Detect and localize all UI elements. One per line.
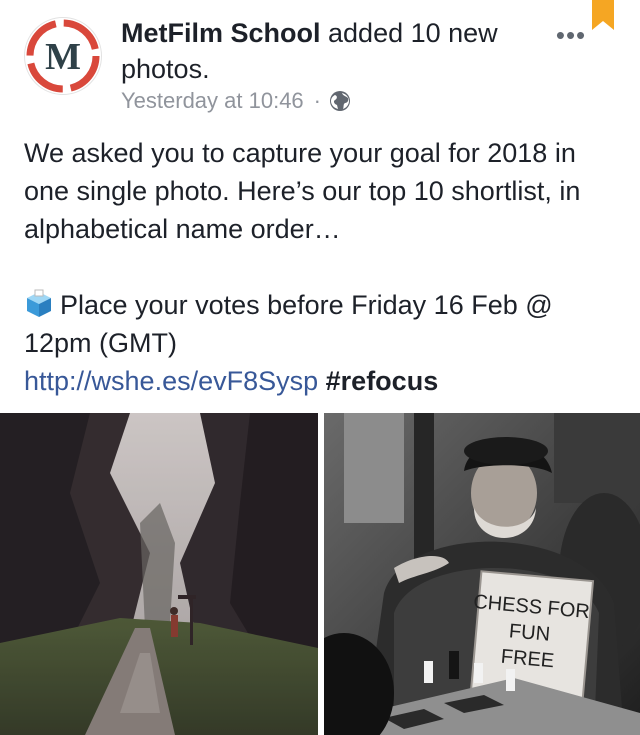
chess-sign-line-3: FREE	[500, 646, 555, 673]
post-title: MetFilm School added 10 new photos.	[121, 15, 541, 87]
message-line-links: http://wshe.es/evF8Sysp #refocus	[24, 362, 624, 400]
vote-text: Place your votes before Friday 16 Feb @ …	[24, 290, 553, 358]
photo-grid: CHESS FOR FUN FREE	[0, 413, 640, 735]
post-meta: Yesterday at 10:46 ·	[121, 86, 351, 116]
page-name-link[interactable]: MetFilm School	[121, 18, 321, 48]
post-timestamp[interactable]: Yesterday at 10:46	[121, 86, 304, 116]
bookmark-icon[interactable]	[592, 0, 614, 30]
message-line-intro: We asked you to capture your goal for 20…	[24, 138, 581, 244]
chess-sign-line-2: FUN	[508, 620, 551, 645]
globe-icon[interactable]	[329, 90, 351, 112]
post-message: We asked you to capture your goal for 20…	[24, 134, 624, 400]
message-line-vote: Place your votes before Friday 16 Feb @ …	[24, 286, 624, 362]
photo-forest-path[interactable]	[0, 413, 318, 735]
ballot-box-icon	[24, 289, 54, 319]
photo-chess-player[interactable]: CHESS FOR FUN FREE	[324, 413, 640, 735]
avatar-letter: M	[45, 36, 81, 78]
hashtag-refocus[interactable]: #refocus	[326, 366, 439, 396]
vote-link[interactable]: http://wshe.es/evF8Sysp	[24, 366, 318, 396]
meta-separator: ·	[313, 88, 321, 113]
more-options-button[interactable]: •••	[552, 22, 590, 48]
page-avatar[interactable]: M	[24, 17, 102, 95]
post-header: M MetFilm School added 10 new photos. Ye…	[0, 0, 640, 120]
metfilm-logo: M	[26, 19, 100, 93]
